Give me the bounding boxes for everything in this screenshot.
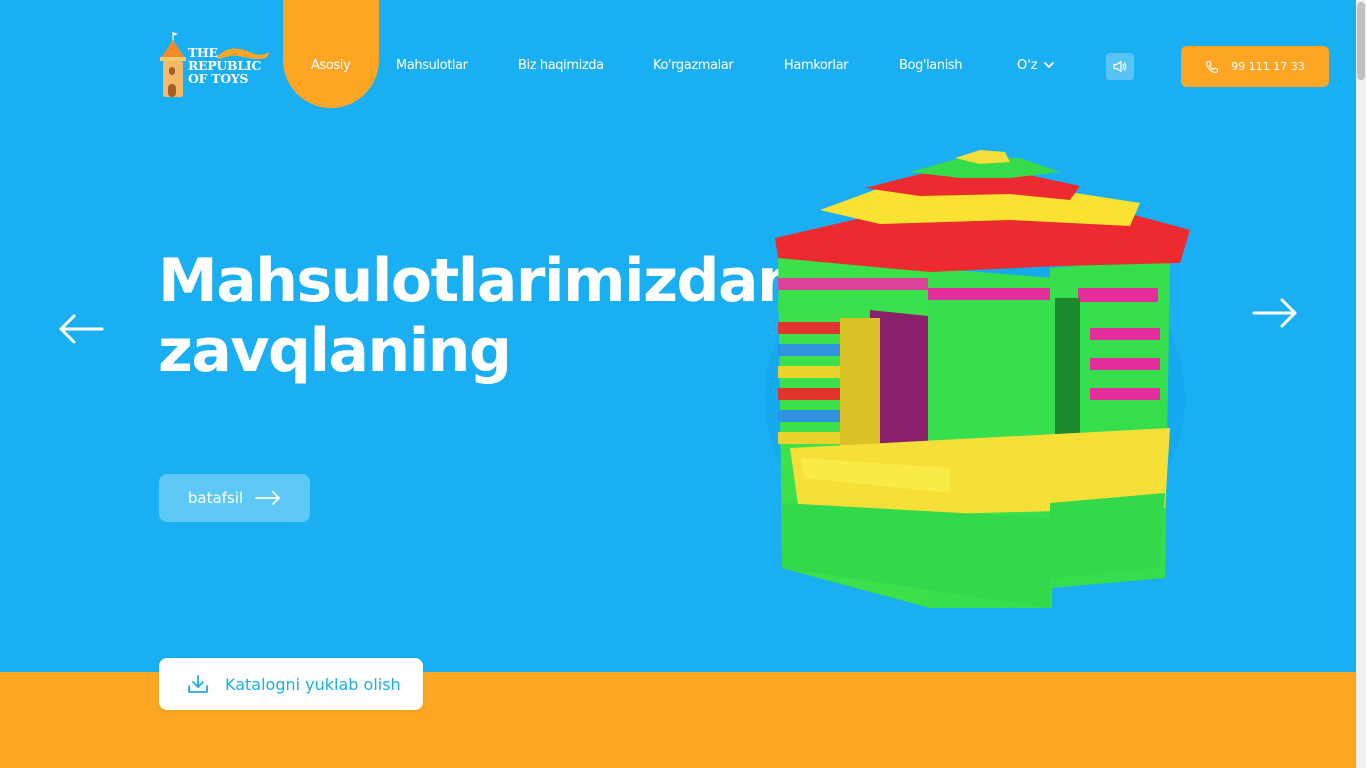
arrow-right-icon [255, 491, 281, 505]
logo-text: THE REPUBLIC OF TOYS [188, 46, 261, 85]
hero-title-line-2: zavqlaning [158, 316, 512, 386]
slider-prev-arrow-icon[interactable] [58, 314, 104, 344]
nav-item-about[interactable]: Biz haqimizda [518, 58, 604, 73]
download-catalog-button[interactable]: Katalogni yuklab olish [159, 658, 423, 710]
nav-item-exhibitions[interactable]: Ko'rgazmalar [653, 58, 734, 73]
nav-item-home[interactable]: Asosiy [311, 58, 351, 73]
logo[interactable]: THE REPUBLIC OF TOYS [156, 30, 270, 100]
phone-number: 99 111 17 33 [1231, 60, 1305, 73]
detail-button-label: batafsil [187, 489, 244, 507]
hero-title: Mahsulotlarimizdan zavqlaning [158, 246, 800, 386]
language-label: O'z [1017, 58, 1038, 73]
logo-line-3: OF TOYS [188, 71, 249, 86]
phone-button[interactable]: 99 111 17 33 [1181, 46, 1329, 87]
language-selector[interactable]: O'z [1017, 58, 1054, 73]
phone-icon [1206, 60, 1219, 73]
slider-next-arrow-icon[interactable] [1252, 298, 1298, 328]
hero-section: THE REPUBLIC OF TOYS Asosiy Mahsulotlar … [0, 0, 1356, 672]
sound-toggle-button[interactable] [1106, 53, 1134, 80]
scrollbar[interactable] [1356, 0, 1366, 768]
nav-active-indicator [283, 0, 379, 108]
nav-item-products[interactable]: Mahsulotlar [396, 58, 468, 73]
nav-item-contact[interactable]: Bog'lanish [899, 58, 963, 73]
speaker-icon [1113, 60, 1127, 73]
download-icon [188, 675, 208, 693]
scrollbar-thumb[interactable] [1357, 2, 1365, 80]
nav-item-partners[interactable]: Hamkorlar [784, 58, 848, 73]
chevron-down-icon [1043, 62, 1054, 69]
download-catalog-label: Katalogni yuklab olish [225, 674, 401, 694]
toy-house-image [765, 150, 1190, 608]
detail-button[interactable]: batafsil [159, 474, 310, 522]
hero-title-line-1: Mahsulotlarimizdan [158, 246, 800, 316]
